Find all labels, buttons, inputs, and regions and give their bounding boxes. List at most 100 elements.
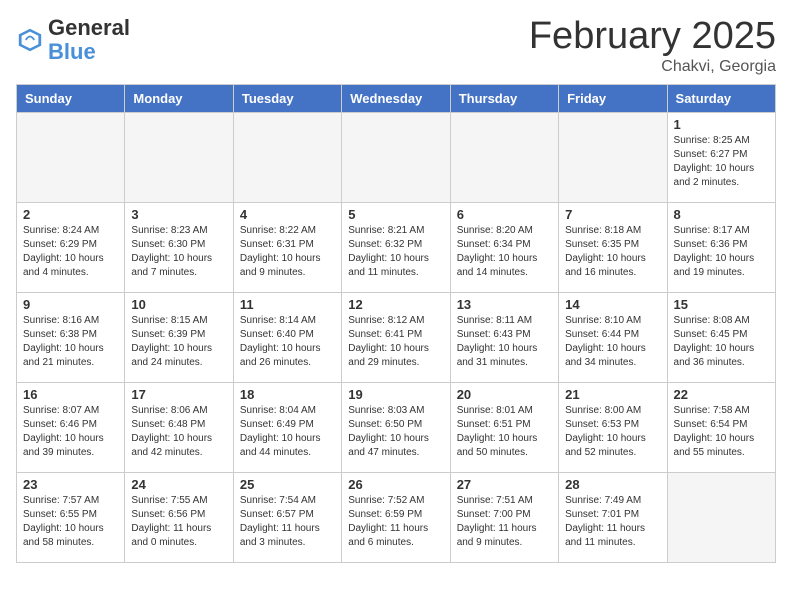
- day-info: Sunrise: 8:10 AMSunset: 6:44 PMDaylight:…: [565, 314, 660, 370]
- calendar-cell: 5 Sunrise: 8:21 AMSunset: 6:32 PMDaylight…: [342, 202, 450, 292]
- calendar-cell: 26Sunrise: 7:52 AMSunset: 6:59 PMDayligh…: [342, 472, 450, 562]
- logo-text: GeneralBlue: [48, 16, 130, 64]
- day-number: 1: [674, 117, 769, 132]
- day-number: 9: [23, 297, 118, 312]
- calendar-cell: 10 Sunrise: 8:15 AMSunset: 6:39 PMDayligh…: [125, 292, 233, 382]
- logo-icon: [16, 26, 44, 54]
- day-number: 4: [240, 207, 335, 222]
- day-number: 13: [457, 297, 552, 312]
- day-info: Sunrise: 8:08 AMSunset: 6:45 PMDaylight:…: [674, 314, 769, 370]
- calendar-cell: 21Sunrise: 8:00 AMSunset: 6:53 PMDayligh…: [559, 382, 667, 472]
- calendar-cell: 6 Sunrise: 8:20 AMSunset: 6:34 PMDaylight…: [450, 202, 558, 292]
- calendar-cell: 9 Sunrise: 8:16 AMSunset: 6:38 PMDaylight…: [17, 292, 125, 382]
- day-info: Sunrise: 7:54 AMSunset: 6:57 PMDaylight:…: [240, 494, 335, 550]
- day-info: Sunrise: 7:49 AMSunset: 7:01 PMDaylight:…: [565, 494, 660, 550]
- day-info: Sunrise: 8:14 AMSunset: 6:40 PMDaylight:…: [240, 314, 335, 370]
- day-number: 3: [131, 207, 226, 222]
- day-info: Sunrise: 8:20 AMSunset: 6:34 PMDaylight:…: [457, 224, 552, 280]
- calendar-cell: [450, 112, 558, 202]
- calendar-cell: [17, 112, 125, 202]
- calendar-cell: 18 Sunrise: 8:04 AMSunset: 6:49 PMDayligh…: [233, 382, 341, 472]
- calendar-header-monday: Monday: [125, 84, 233, 112]
- day-info: Sunrise: 7:55 AMSunset: 6:56 PMDaylight:…: [131, 494, 226, 550]
- day-number: 25: [240, 477, 335, 492]
- day-number: 10: [131, 297, 226, 312]
- day-number: 22: [674, 387, 769, 402]
- day-info: Sunrise: 8:03 AMSunset: 6:50 PMDaylight:…: [348, 404, 443, 460]
- day-info: Sunrise: 8:24 AMSunset: 6:29 PMDaylight:…: [23, 224, 118, 280]
- calendar-cell: 25 Sunrise: 7:54 AMSunset: 6:57 PMDayligh…: [233, 472, 341, 562]
- calendar-cell: 15 Sunrise: 8:08 AMSunset: 6:45 PMDayligh…: [667, 292, 775, 382]
- day-info: Sunrise: 8:04 AMSunset: 6:49 PMDaylight:…: [240, 404, 335, 460]
- calendar-week-row: 16 Sunrise: 8:07 AMSunset: 6:46 PMDayligh…: [17, 382, 776, 472]
- day-info: Sunrise: 8:22 AMSunset: 6:31 PMDaylight:…: [240, 224, 335, 280]
- day-info: Sunrise: 7:51 AMSunset: 7:00 PMDaylight:…: [457, 494, 552, 550]
- day-number: 21: [565, 387, 660, 402]
- calendar-header-saturday: Saturday: [667, 84, 775, 112]
- calendar-cell: [125, 112, 233, 202]
- day-info: Sunrise: 8:16 AMSunset: 6:38 PMDaylight:…: [23, 314, 118, 370]
- calendar-cell: [559, 112, 667, 202]
- calendar-header-friday: Friday: [559, 84, 667, 112]
- day-info: Sunrise: 8:01 AMSunset: 6:51 PMDaylight:…: [457, 404, 552, 460]
- month-title: February 2025: [529, 16, 776, 58]
- day-number: 15: [674, 297, 769, 312]
- calendar-cell: [233, 112, 341, 202]
- day-number: 6: [457, 207, 552, 222]
- calendar-cell: 8Sunrise: 8:17 AMSunset: 6:36 PMDaylight…: [667, 202, 775, 292]
- day-info: Sunrise: 7:58 AMSunset: 6:54 PMDaylight:…: [674, 404, 769, 460]
- day-number: 18: [240, 387, 335, 402]
- calendar-table: SundayMondayTuesdayWednesdayThursdayFrid…: [16, 84, 776, 563]
- calendar-header-row: SundayMondayTuesdayWednesdayThursdayFrid…: [17, 84, 776, 112]
- day-info: Sunrise: 8:21 AMSunset: 6:32 PMDaylight:…: [348, 224, 443, 280]
- calendar-cell: 28 Sunrise: 7:49 AMSunset: 7:01 PMDayligh…: [559, 472, 667, 562]
- calendar-cell: 17Sunrise: 8:06 AMSunset: 6:48 PMDayligh…: [125, 382, 233, 472]
- location-title: Chakvi, Georgia: [529, 58, 776, 76]
- day-number: 16: [23, 387, 118, 402]
- calendar-header-thursday: Thursday: [450, 84, 558, 112]
- calendar-cell: [342, 112, 450, 202]
- day-info: Sunrise: 8:18 AMSunset: 6:35 PMDaylight:…: [565, 224, 660, 280]
- day-number: 12: [348, 297, 443, 312]
- calendar-header-sunday: Sunday: [17, 84, 125, 112]
- calendar-cell: 27 Sunrise: 7:51 AMSunset: 7:00 PMDayligh…: [450, 472, 558, 562]
- calendar-cell: 2 Sunrise: 8:24 AMSunset: 6:29 PMDaylight…: [17, 202, 125, 292]
- day-number: 27: [457, 477, 552, 492]
- calendar-week-row: 1 Sunrise: 8:25 AMSunset: 6:27 PMDaylight…: [17, 112, 776, 202]
- calendar-cell: 14 Sunrise: 8:10 AMSunset: 6:44 PMDayligh…: [559, 292, 667, 382]
- logo: GeneralBlue: [16, 16, 130, 64]
- calendar-cell: 19Sunrise: 8:03 AMSunset: 6:50 PMDayligh…: [342, 382, 450, 472]
- day-number: 11: [240, 297, 335, 312]
- calendar-cell: 13 Sunrise: 8:11 AMSunset: 6:43 PMDayligh…: [450, 292, 558, 382]
- calendar-cell: 16 Sunrise: 8:07 AMSunset: 6:46 PMDayligh…: [17, 382, 125, 472]
- day-info: Sunrise: 8:12 AMSunset: 6:41 PMDaylight:…: [348, 314, 443, 370]
- day-number: 5: [348, 207, 443, 222]
- day-number: 14: [565, 297, 660, 312]
- calendar-cell: 1 Sunrise: 8:25 AMSunset: 6:27 PMDaylight…: [667, 112, 775, 202]
- day-info: Sunrise: 8:07 AMSunset: 6:46 PMDaylight:…: [23, 404, 118, 460]
- calendar-cell: 3Sunrise: 8:23 AMSunset: 6:30 PMDaylight…: [125, 202, 233, 292]
- calendar-cell: 4 Sunrise: 8:22 AMSunset: 6:31 PMDaylight…: [233, 202, 341, 292]
- day-number: 17: [131, 387, 226, 402]
- calendar-week-row: 9 Sunrise: 8:16 AMSunset: 6:38 PMDaylight…: [17, 292, 776, 382]
- calendar-week-row: 2 Sunrise: 8:24 AMSunset: 6:29 PMDaylight…: [17, 202, 776, 292]
- day-number: 2: [23, 207, 118, 222]
- title-block: February 2025 Chakvi, Georgia: [529, 16, 776, 76]
- day-info: Sunrise: 8:25 AMSunset: 6:27 PMDaylight:…: [674, 134, 769, 190]
- day-number: 28: [565, 477, 660, 492]
- calendar-header-tuesday: Tuesday: [233, 84, 341, 112]
- day-number: 24: [131, 477, 226, 492]
- calendar-cell: 11 Sunrise: 8:14 AMSunset: 6:40 PMDayligh…: [233, 292, 341, 382]
- day-info: Sunrise: 8:15 AMSunset: 6:39 PMDaylight:…: [131, 314, 226, 370]
- page-header: GeneralBlue February 2025 Chakvi, Georgi…: [16, 16, 776, 76]
- calendar-week-row: 23Sunrise: 7:57 AMSunset: 6:55 PMDayligh…: [17, 472, 776, 562]
- calendar-cell: 12 Sunrise: 8:12 AMSunset: 6:41 PMDayligh…: [342, 292, 450, 382]
- calendar-cell: [667, 472, 775, 562]
- day-number: 8: [674, 207, 769, 222]
- day-number: 7: [565, 207, 660, 222]
- calendar-cell: 7 Sunrise: 8:18 AMSunset: 6:35 PMDaylight…: [559, 202, 667, 292]
- day-info: Sunrise: 8:11 AMSunset: 6:43 PMDaylight:…: [457, 314, 552, 370]
- calendar-cell: 24 Sunrise: 7:55 AMSunset: 6:56 PMDayligh…: [125, 472, 233, 562]
- calendar-cell: 22 Sunrise: 7:58 AMSunset: 6:54 PMDayligh…: [667, 382, 775, 472]
- day-number: 26: [348, 477, 443, 492]
